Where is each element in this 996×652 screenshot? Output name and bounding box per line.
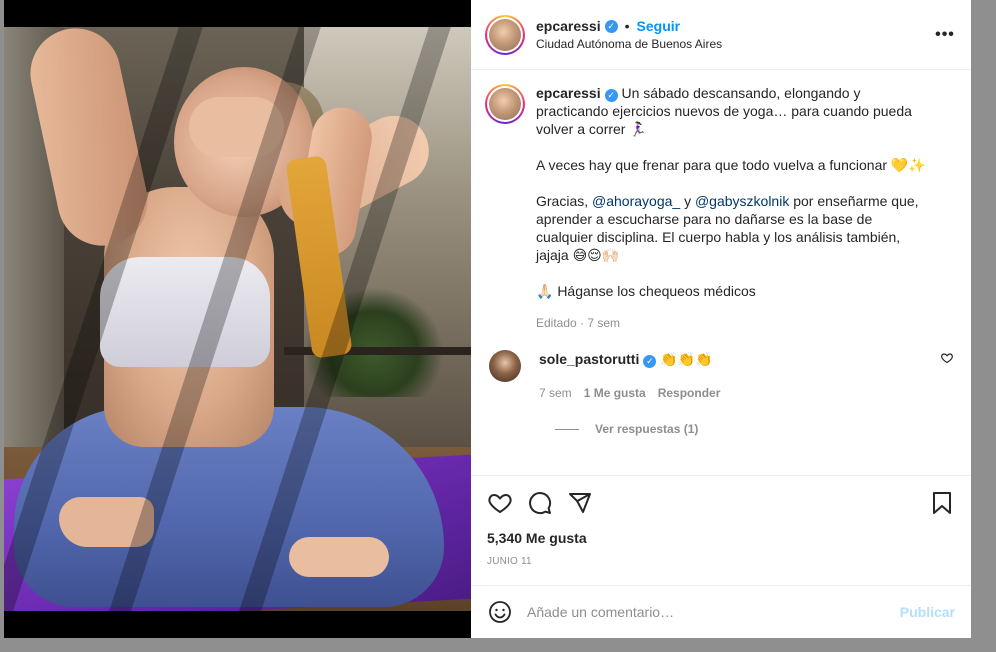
caption: epcaressi ✓ Un sábado descansando, elonga… xyxy=(485,84,955,330)
verified-badge-icon: ✓ xyxy=(643,354,657,368)
caption-line-2: A veces hay que frenar para que todo vue… xyxy=(536,157,926,173)
publish-button[interactable]: Publicar xyxy=(900,604,955,620)
comment-text: sole_pastorutti ✓ 👏👏👏 xyxy=(539,350,955,368)
post-date: JUNIO 11 xyxy=(487,556,532,567)
commenter-username[interactable]: sole_pastorutti xyxy=(539,351,639,367)
reply-button[interactable]: Responder xyxy=(658,386,721,400)
caption-username[interactable]: epcaressi xyxy=(536,85,601,101)
post-modal: epcaressi ✓ • Seguir Ciudad Autónoma de … xyxy=(4,0,971,638)
like-heart-icon[interactable] xyxy=(487,490,513,516)
likes-count[interactable]: 5,340 Me gusta xyxy=(487,530,955,546)
mention-gabyszkolnik[interactable]: @gabyszkolnik xyxy=(695,193,789,209)
photo-foot-right xyxy=(289,537,389,577)
comment-input[interactable] xyxy=(527,604,900,620)
commenter-avatar[interactable] xyxy=(489,350,521,382)
post-header: epcaressi ✓ • Seguir Ciudad Autónoma de … xyxy=(471,0,971,70)
separator-dot: • xyxy=(624,18,630,34)
view-replies-line xyxy=(555,428,579,430)
follow-button[interactable]: Seguir xyxy=(637,18,681,34)
share-paper-plane-icon[interactable] xyxy=(567,490,593,516)
comment-item: sole_pastorutti ✓ 👏👏👏 7 sem 1 Me gusta Re… xyxy=(485,350,955,400)
caption-line-3a: Gracias, xyxy=(536,193,593,209)
mention-ahorayoga[interactable]: @ahorayoga_ xyxy=(592,193,680,209)
add-comment-bar: Publicar xyxy=(471,585,971,638)
caption-avatar[interactable] xyxy=(485,84,525,124)
photo-top xyxy=(100,257,270,367)
comment-time[interactable]: 7 sem xyxy=(539,386,572,400)
caption-avatar-image xyxy=(489,88,521,120)
comment-meta: 7 sem 1 Me gusta Responder xyxy=(539,386,955,400)
verified-badge-icon: ✓ xyxy=(604,19,618,33)
post-photo-panel xyxy=(4,0,471,638)
view-replies-label: Ver respuestas (1) xyxy=(595,422,699,436)
caption-paragraph-3: Gracias, @ahorayoga_ y @gabyszkolnik por… xyxy=(536,192,932,264)
comment-like-heart-icon[interactable] xyxy=(941,352,953,367)
caption-line-4: 🙏🏻 Háganse los chequeos médicos xyxy=(536,283,756,299)
author-avatar[interactable] xyxy=(485,14,525,55)
view-replies-button[interactable]: Ver respuestas (1) xyxy=(555,422,955,436)
comment-likes[interactable]: 1 Me gusta xyxy=(584,386,646,400)
verified-badge-icon: ✓ xyxy=(604,88,618,102)
post-actions: 5,340 Me gusta JUNIO 11 xyxy=(471,475,971,585)
save-bookmark-icon[interactable] xyxy=(929,490,955,516)
more-options-icon[interactable]: ••• xyxy=(933,26,957,44)
caption-line-3b: y xyxy=(680,193,695,209)
comments-section[interactable]: epcaressi ✓ Un sábado descansando, elonga… xyxy=(471,70,971,475)
author-avatar-image xyxy=(489,18,521,51)
caption-text: epcaressi ✓ Un sábado descansando, elonga… xyxy=(536,84,932,138)
comment-bubble-icon[interactable] xyxy=(527,490,553,516)
caption-meta: Editado · 7 sem xyxy=(536,316,621,330)
post-photo[interactable] xyxy=(4,27,471,611)
author-username[interactable]: epcaressi xyxy=(536,18,601,34)
comment-content: 👏👏👏 xyxy=(656,351,713,367)
post-location[interactable]: Ciudad Autónoma de Buenos Aires xyxy=(536,37,933,51)
post-side-panel: epcaressi ✓ • Seguir Ciudad Autónoma de … xyxy=(471,0,971,638)
emoji-icon[interactable] xyxy=(487,599,513,625)
